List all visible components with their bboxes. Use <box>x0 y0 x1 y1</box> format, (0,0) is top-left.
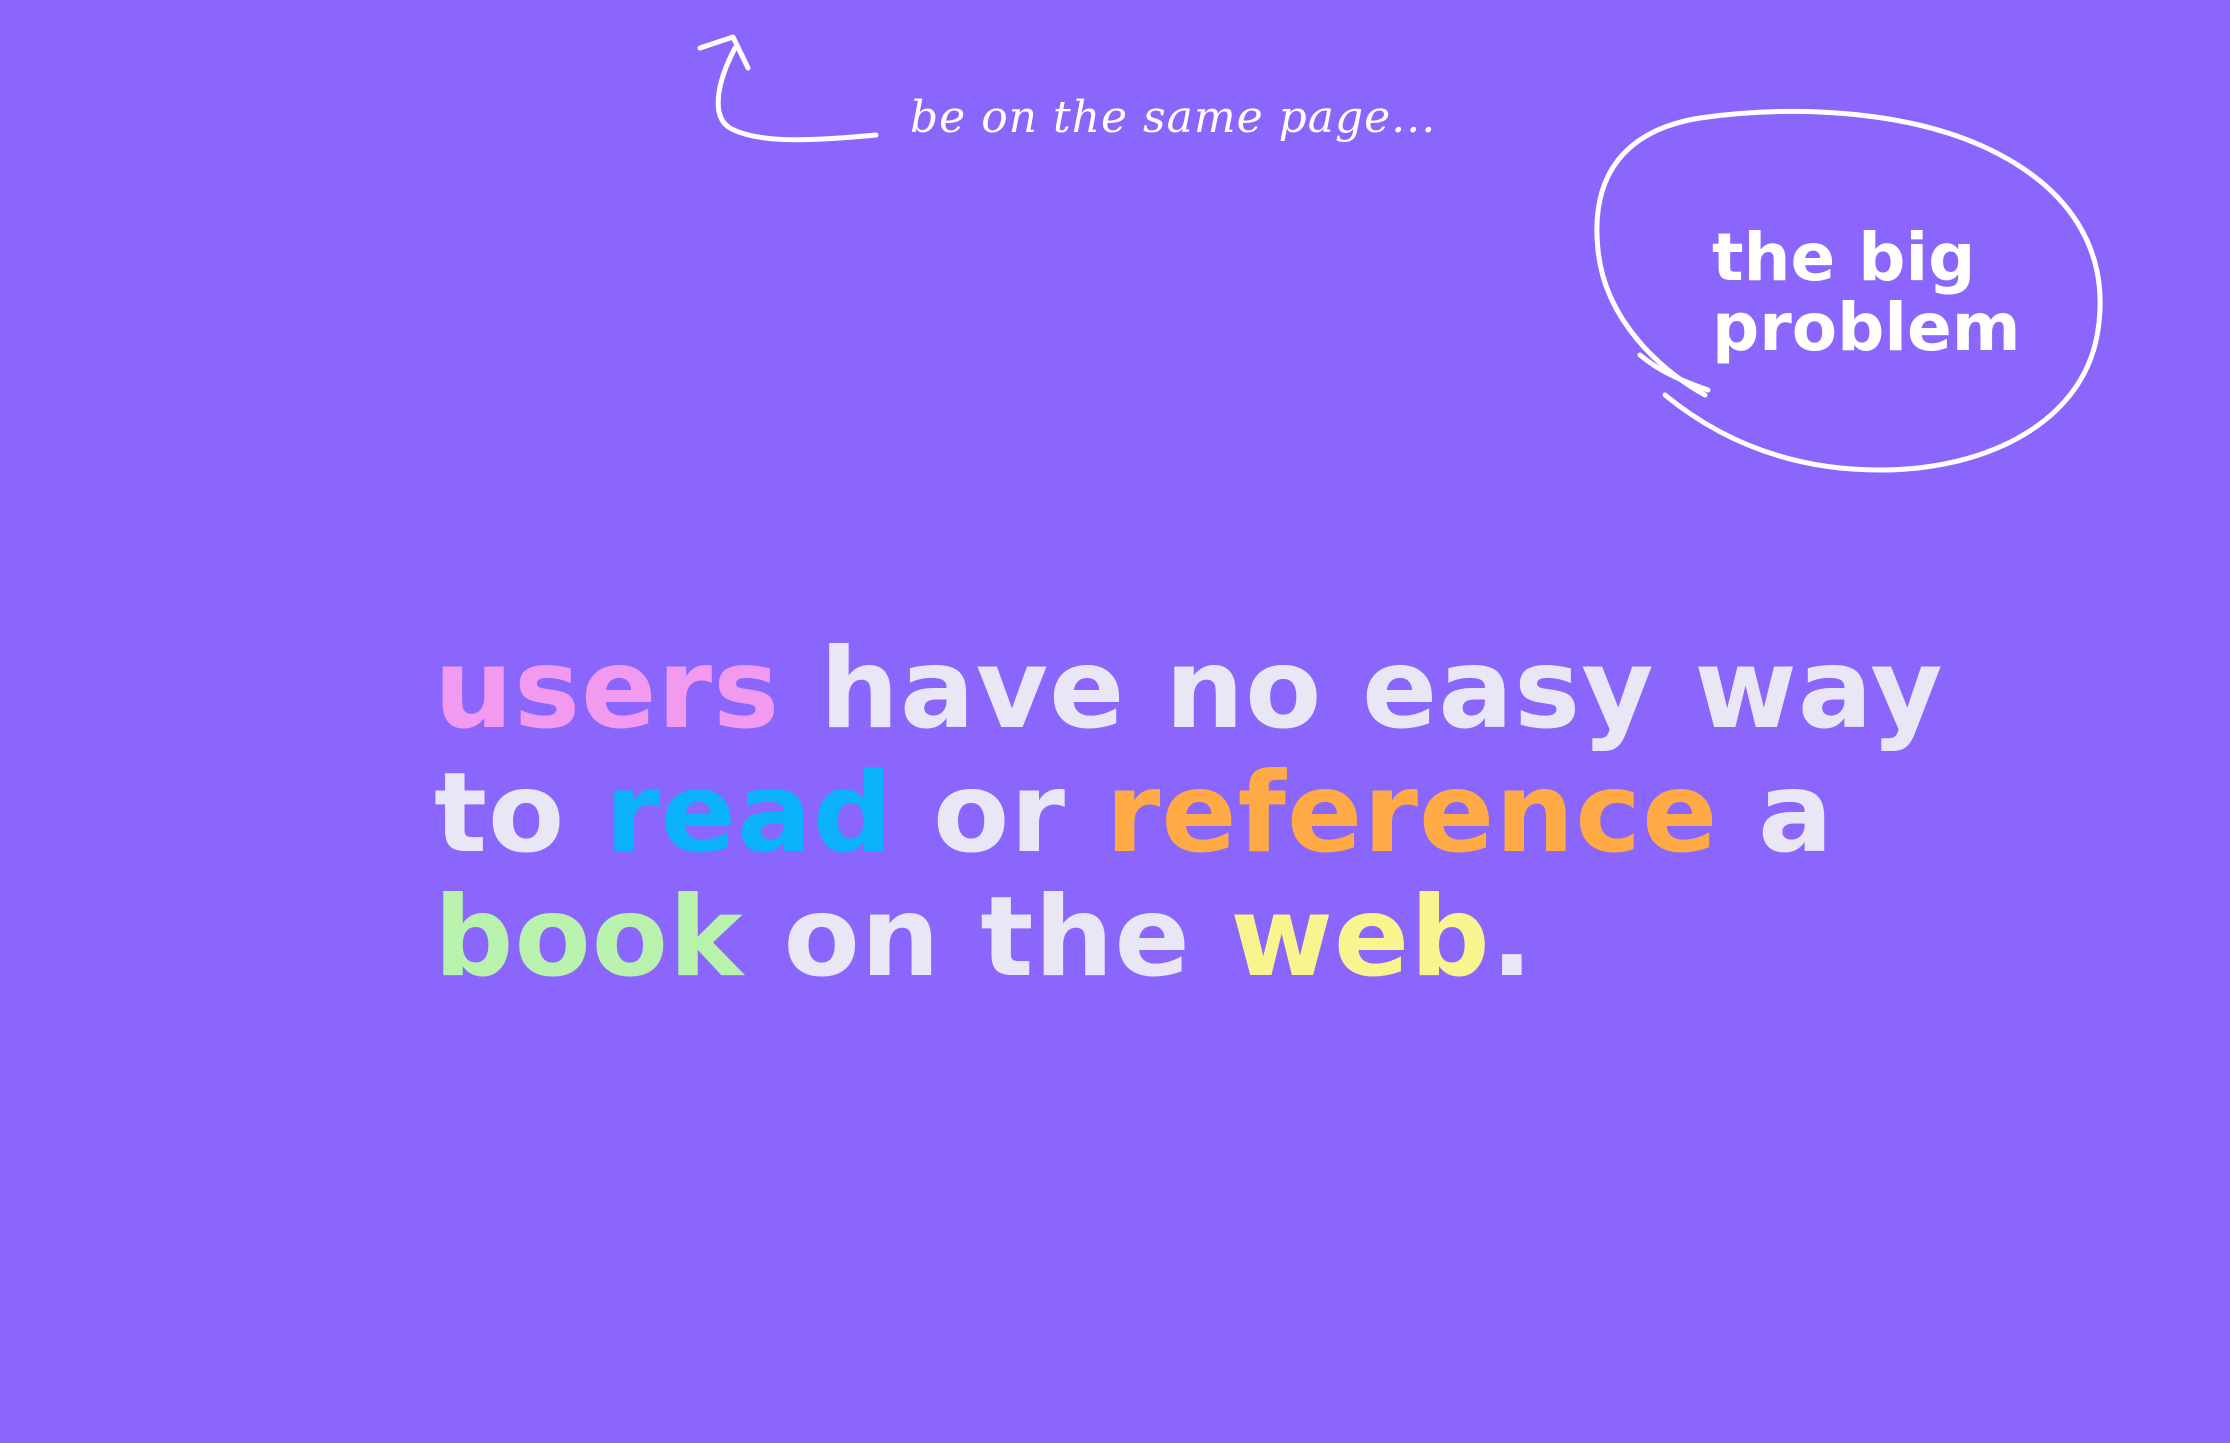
headline-text: have no easy way <box>780 625 1944 754</box>
bubble-label-line1: the big <box>1712 219 1976 296</box>
headline-line: book on the web. <box>434 876 1954 1000</box>
curved-arrow-icon <box>697 34 879 143</box>
highlighted-word: read <box>604 749 894 878</box>
headline-text: or <box>893 749 1106 878</box>
handwritten-note: be on the same page... <box>910 92 1437 143</box>
headline-line: users have no easy way <box>434 628 1954 752</box>
headline: users have no easy way to read or referen… <box>434 628 1954 1000</box>
bubble-label-line2: problem <box>1712 289 2021 366</box>
headline-text: a <box>1718 749 1834 878</box>
slide: be on the same page... the big problem u… <box>0 0 2230 1443</box>
headline-text: on the <box>743 873 1231 1002</box>
highlighted-word: reference <box>1105 749 1719 878</box>
highlighted-word: book <box>434 873 744 1002</box>
bubble-label: the big problem <box>1712 223 2072 363</box>
headline-text: . <box>1490 873 1534 1002</box>
highlighted-word: users <box>434 625 781 754</box>
headline-line: to read or reference a <box>434 752 1954 876</box>
headline-text: to <box>434 749 605 878</box>
highlighted-word: web <box>1230 873 1491 1002</box>
